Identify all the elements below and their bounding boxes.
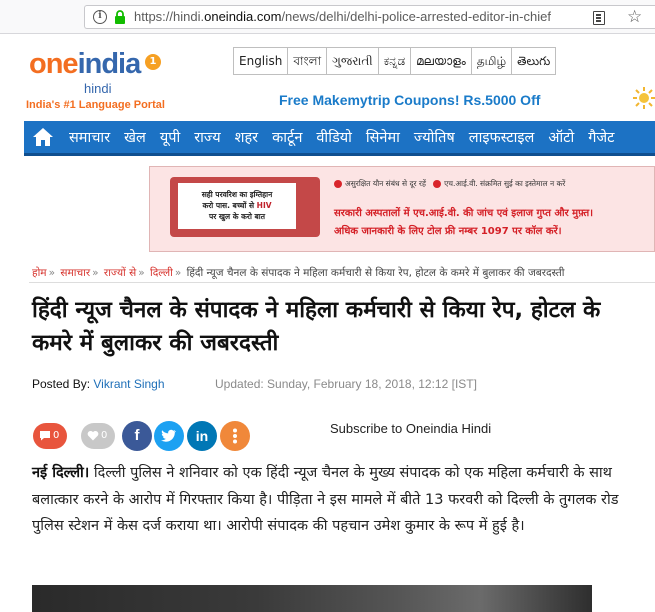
nav-home[interactable] [24, 121, 62, 153]
reactions-count: 0 [53, 430, 60, 441]
nav-item-lifestyle[interactable]: लाइफस्टाइल [462, 127, 542, 147]
nav-item-cartoon[interactable]: कार्टून [265, 127, 309, 147]
ad-info-2: एच.आई.वी. संक्रमित सुई का इस्तेमाल न करे… [444, 179, 566, 188]
breadcrumb-home[interactable]: होम [32, 267, 47, 279]
ad-line-2: सरकारी अस्पतालों में एच.आई.वी. की जांच ए… [334, 208, 594, 219]
nav-item-video[interactable]: वीडियो [309, 127, 359, 147]
ad-bullet-icon [334, 180, 342, 188]
dateline: नई दिल्ली। [32, 465, 90, 481]
article-image [32, 585, 592, 612]
article-title: हिंदी न्यूज चैनल के संपादक ने महिला कर्म… [32, 297, 601, 356]
url-text[interactable]: https://hindi.oneindia.com/news/delhi/de… [134, 9, 551, 24]
ad-line-3: अधिक जानकारी के लिए टोल फ्री नम्बर 1097 … [334, 226, 562, 237]
heart-icon [87, 430, 99, 441]
logo-badge: 1 [145, 54, 161, 70]
breadcrumb-states[interactable]: राज्यों से [104, 267, 136, 279]
url-prefix: https://hindi. [134, 9, 205, 24]
nav-item-states[interactable]: राज्य [187, 127, 227, 147]
twitter-share-button[interactable] [154, 421, 184, 451]
byline-label: Posted By: [32, 377, 94, 391]
lang-bengali[interactable]: বাংলা [288, 48, 328, 74]
lang-kannada[interactable]: ಕನ್ನಡ [379, 48, 412, 74]
reactions-button[interactable]: 0 [33, 423, 67, 449]
url-domain: oneindia.com [204, 9, 282, 24]
lang-malayalam[interactable]: മലയാളം [411, 48, 472, 74]
subscribe-link[interactable]: Subscribe to Oneindia Hindi [330, 421, 491, 436]
byline: Posted By: Vikrant Singh [32, 377, 165, 391]
nav-item-gadget[interactable]: गैजेट [581, 127, 621, 147]
likes-count: 0 [101, 430, 108, 441]
main-nav: समाचार खेल यूपी राज्य शहर कार्टून वीडियो… [24, 121, 655, 156]
url-path: /news/delhi/delhi-police-arrested-editor… [281, 9, 551, 24]
facebook-icon: f [134, 427, 140, 444]
nav-item-news[interactable]: समाचार [62, 127, 117, 147]
ad-tv-line2: करो पास. बच्चों से [202, 201, 257, 210]
updated-timestamp: Updated: Sunday, February 18, 2018, 12:1… [215, 377, 477, 391]
nav-item-astrology[interactable]: ज्योतिष [407, 127, 462, 147]
facebook-share-button[interactable]: f [122, 421, 152, 451]
nav-item-sports[interactable]: खेल [117, 127, 153, 147]
nav-item-cinema[interactable]: सिनेमा [359, 127, 407, 147]
lock-icon [115, 10, 125, 24]
nav-item-city[interactable]: शहर [228, 127, 266, 147]
nav-item-auto[interactable]: ऑटो [541, 127, 581, 147]
ad-banner[interactable]: सही परवरिश का इम्तिहान करो पास. बच्चों स… [149, 166, 655, 252]
lang-english[interactable]: English [234, 48, 289, 74]
home-icon [33, 128, 53, 146]
breadcrumb-news[interactable]: समाचार [60, 267, 90, 279]
ad-info-row: असुरक्षित यौन संबंध से दूर रहें एच.आई.वी… [334, 179, 565, 189]
address-bar[interactable]: i https://hindi.oneindia.com/news/delhi/… [84, 5, 655, 29]
ad-bullet-icon [433, 180, 442, 188]
breadcrumb-delhi[interactable]: दिल्ली [150, 267, 173, 279]
article-body: नई दिल्ली। दिल्ली पुलिस ने शनिवार को एक … [32, 460, 650, 540]
lang-gujarati[interactable]: ગુજરાતી [327, 48, 379, 74]
info-icon[interactable]: i [93, 10, 107, 24]
ad-tv-line3: पर खुल के करो बात [208, 212, 266, 221]
author-link[interactable]: Vikrant Singh [93, 377, 164, 391]
article-paragraph: दिल्ली पुलिस ने शनिवार को एक हिंदी न्यूज… [32, 465, 619, 534]
more-share-button[interactable] [220, 421, 250, 451]
lang-telugu[interactable]: తెలుగు [512, 48, 555, 74]
divider [29, 282, 655, 283]
more-dots-icon [233, 428, 237, 444]
sun-icon [633, 87, 655, 109]
bookmark-star-icon[interactable]: ☆ [627, 7, 642, 27]
twitter-icon [161, 429, 176, 442]
breadcrumb: होम» समाचार» राज्यों से» दिल्ली» हिंदी न… [32, 267, 565, 279]
ad-tv-line1: सही परवरिश का इम्तिहान [201, 190, 273, 199]
site-logo[interactable]: oneindia 1 hindi India's #1 Language Por… [26, 48, 169, 116]
browser-toolbar: i https://hindi.oneindia.com/news/delhi/… [0, 0, 655, 34]
logo-subtitle: hindi [84, 81, 112, 96]
like-button[interactable]: 0 [81, 423, 115, 449]
logo-wordmark: oneindia [29, 48, 141, 80]
nav-item-up[interactable]: यूपी [153, 127, 187, 147]
language-switcher: English বাংলা ગુજરાતી ಕನ್ನಡ മലയാളം தமிழ்… [233, 47, 557, 75]
reader-view-icon[interactable] [593, 11, 605, 25]
promo-link[interactable]: Free Makemytrip Coupons! Rs.5000 Off [279, 92, 540, 108]
ad-tv-hiv: HIV [256, 201, 272, 210]
linkedin-icon: in [195, 428, 209, 444]
chat-icon [40, 431, 50, 441]
lang-tamil[interactable]: தமிழ் [472, 48, 513, 74]
ad-info-1: असुरक्षित यौन संबंध से दूर रहें [345, 179, 426, 188]
ad-tv-graphic: सही परवरिश का इम्तिहान करो पास. बच्चों स… [170, 171, 320, 249]
breadcrumb-current: हिंदी न्यूज चैनल के संपादक ने महिला कर्म… [186, 267, 565, 279]
logo-tagline: India's #1 Language Portal [26, 99, 165, 111]
linkedin-share-button[interactable]: in [187, 421, 217, 451]
